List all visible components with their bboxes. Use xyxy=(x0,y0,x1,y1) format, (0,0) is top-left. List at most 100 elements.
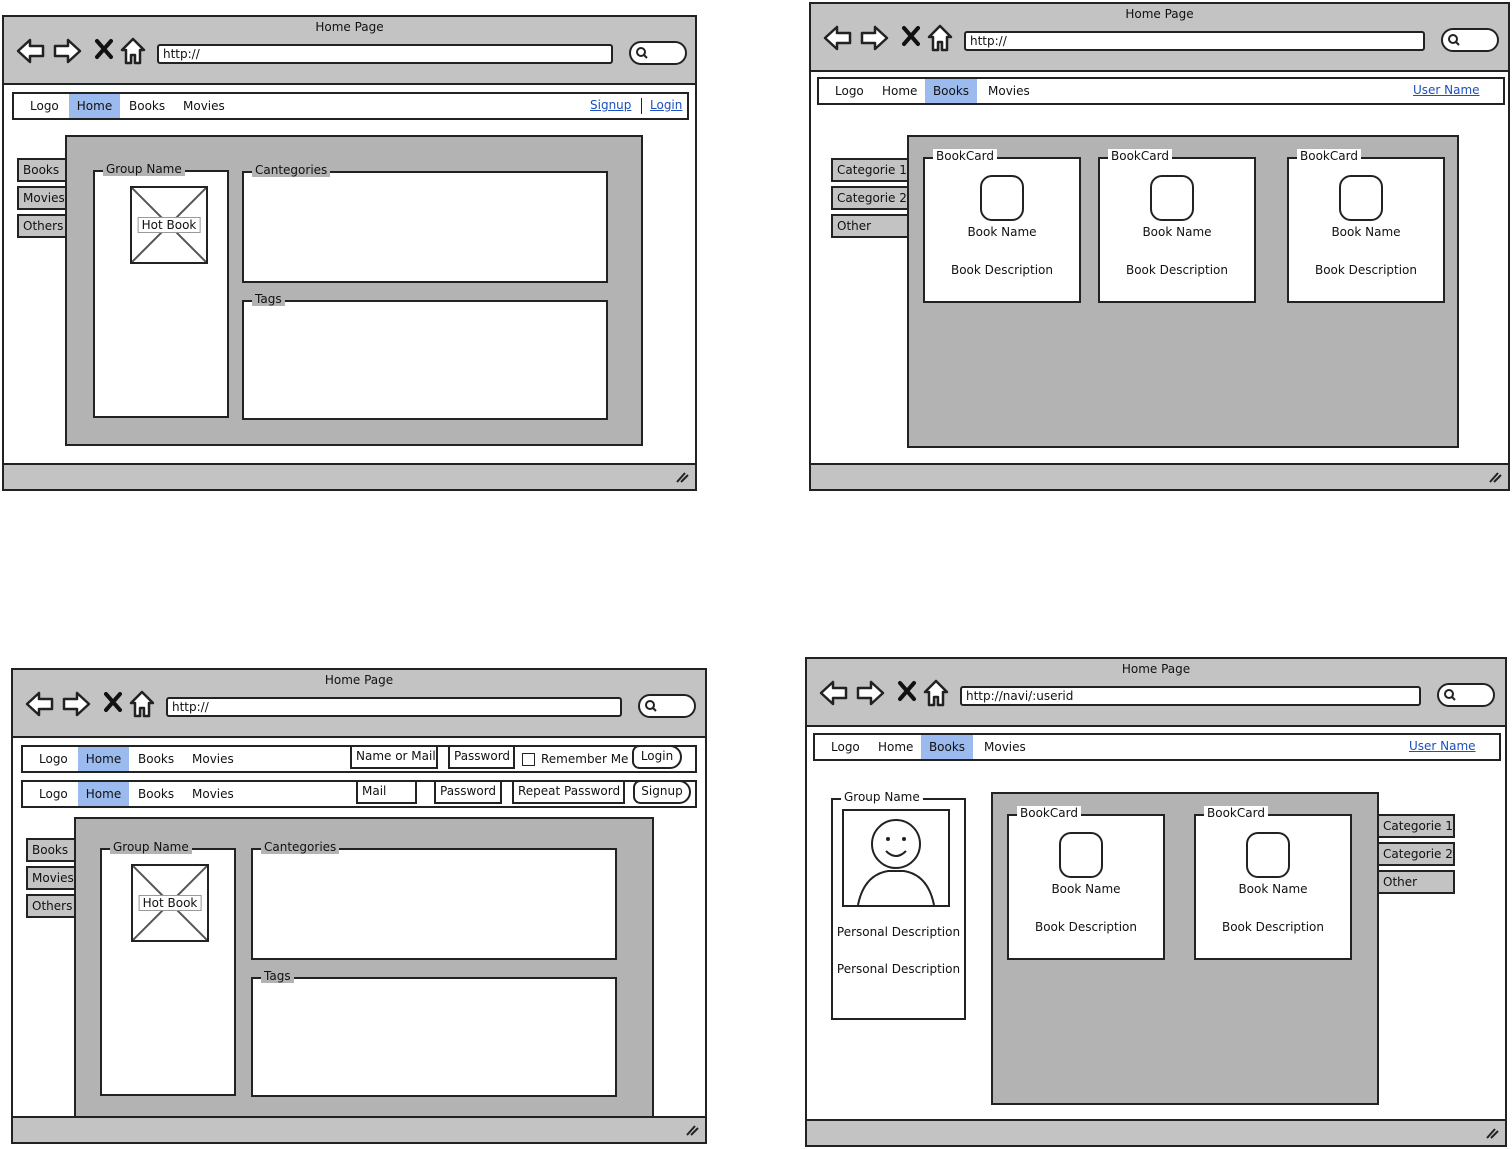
repeat-password-field[interactable]: Repeat Password xyxy=(512,780,625,804)
menu-books[interactable]: Books xyxy=(925,79,977,103)
user-name-link[interactable]: User Name xyxy=(1413,79,1480,101)
side-tab-books[interactable]: Books xyxy=(26,838,76,862)
book-card[interactable]: BookCard Book Name Book Description xyxy=(1007,806,1165,960)
side-tab-categorie-1[interactable]: Categorie 1 xyxy=(1377,814,1455,838)
categories-box: Cantegories xyxy=(251,840,617,960)
side-tab-others[interactable]: Others xyxy=(17,214,67,238)
wireframe-login-signup: Home Page http:// Logo Home Books Movies… xyxy=(11,668,707,1144)
home-icon[interactable] xyxy=(923,679,949,707)
group-box: Group Name Hot Book xyxy=(93,162,229,418)
menu-logo[interactable]: Logo xyxy=(835,79,864,103)
home-icon[interactable] xyxy=(129,690,155,718)
book-name: Book Name xyxy=(1051,882,1121,896)
menu-books[interactable]: Books xyxy=(129,94,165,118)
wireframe-books: Home Page http:// Logo Home Books Movies… xyxy=(809,2,1510,491)
close-x-icon[interactable] xyxy=(103,690,123,714)
book-card-label: BookCard xyxy=(933,149,997,163)
menu-movies[interactable]: Movies xyxy=(192,747,234,771)
book-name: Book Name xyxy=(1142,225,1212,239)
signup-link[interactable]: Signup xyxy=(590,94,631,116)
close-x-icon[interactable] xyxy=(94,37,114,61)
book-image xyxy=(1059,832,1103,878)
menu-home[interactable]: Home xyxy=(78,747,129,771)
book-image xyxy=(1339,175,1383,221)
login-button[interactable]: Login xyxy=(632,745,682,769)
book-card[interactable]: BookCard Book Name Book Description xyxy=(1287,149,1445,303)
remember-me-checkbox[interactable] xyxy=(522,753,535,766)
back-arrow-icon[interactable] xyxy=(16,37,46,65)
menu-movies[interactable]: Movies xyxy=(988,79,1030,103)
menu-logo[interactable]: Logo xyxy=(39,782,68,806)
forward-arrow-icon[interactable] xyxy=(859,24,889,52)
menu-home[interactable]: Home xyxy=(882,79,917,103)
book-card-label: BookCard xyxy=(1297,149,1361,163)
address-bar[interactable]: http:// xyxy=(166,697,622,717)
personal-description: Personal Description xyxy=(836,962,961,976)
menu-home[interactable]: Home xyxy=(69,94,120,118)
book-card-label: BookCard xyxy=(1017,806,1081,820)
forward-arrow-icon[interactable] xyxy=(855,679,885,707)
menu-movies[interactable]: Movies xyxy=(183,94,225,118)
image-label: Hot Book xyxy=(138,895,202,911)
password-field[interactable]: Password xyxy=(434,780,502,804)
mail-field[interactable]: Mail xyxy=(356,780,417,804)
menu-logo[interactable]: Logo xyxy=(30,94,59,118)
address-bar[interactable]: http://navi/:userid xyxy=(960,686,1421,706)
search-field[interactable] xyxy=(638,694,696,718)
search-field[interactable] xyxy=(1441,28,1499,52)
categories-box: Cantegories xyxy=(242,163,608,283)
name-or-mail-field[interactable]: Name or Mail xyxy=(350,745,438,769)
resize-grip-icon[interactable] xyxy=(1488,471,1502,483)
close-x-icon[interactable] xyxy=(897,679,917,703)
tags-box: Tags xyxy=(251,969,617,1097)
book-card[interactable]: BookCard Book Name Book Description xyxy=(923,149,1081,303)
status-bar xyxy=(807,1119,1505,1145)
forward-arrow-icon[interactable] xyxy=(52,37,82,65)
forward-arrow-icon[interactable] xyxy=(61,690,91,718)
book-card[interactable]: BookCard Book Name Book Description xyxy=(1098,149,1256,303)
side-tab-categorie-1[interactable]: Categorie 1 xyxy=(831,158,909,182)
menu-logo[interactable]: Logo xyxy=(831,735,860,759)
book-card[interactable]: BookCard Book Name Book Description xyxy=(1194,806,1352,960)
side-tab-other[interactable]: Other xyxy=(831,214,909,238)
menu-books[interactable]: Books xyxy=(138,747,174,771)
side-tab-movies[interactable]: Movies xyxy=(26,866,76,890)
side-tab-categorie-2[interactable]: Categorie 2 xyxy=(1377,842,1455,866)
password-field[interactable]: Password xyxy=(448,745,515,769)
browser-titlebar: Home Page http:// xyxy=(811,4,1508,72)
side-tab-books[interactable]: Books xyxy=(17,158,67,182)
resize-grip-icon[interactable] xyxy=(685,1124,699,1136)
menu-movies[interactable]: Movies xyxy=(984,735,1026,759)
side-tab-movies[interactable]: Movies xyxy=(17,186,67,210)
menu-movies[interactable]: Movies xyxy=(192,782,234,806)
search-field[interactable] xyxy=(629,41,687,65)
back-arrow-icon[interactable] xyxy=(25,690,55,718)
book-description: Book Description xyxy=(1314,263,1418,277)
resize-grip-icon[interactable] xyxy=(1485,1127,1499,1139)
status-bar xyxy=(4,463,695,489)
book-description: Book Description xyxy=(1034,920,1138,934)
home-icon[interactable] xyxy=(927,24,953,52)
book-name: Book Name xyxy=(967,225,1037,239)
signup-button[interactable]: Signup xyxy=(633,780,691,804)
back-arrow-icon[interactable] xyxy=(823,24,853,52)
login-link[interactable]: Login xyxy=(650,94,682,116)
side-tab-categorie-2[interactable]: Categorie 2 xyxy=(831,186,909,210)
menu-home[interactable]: Home xyxy=(878,735,913,759)
menu-logo[interactable]: Logo xyxy=(39,747,68,771)
menu-books[interactable]: Books xyxy=(138,782,174,806)
close-x-icon[interactable] xyxy=(901,24,921,48)
side-tab-other[interactable]: Other xyxy=(1377,870,1455,894)
resize-grip-icon[interactable] xyxy=(675,471,689,483)
address-bar[interactable]: http:// xyxy=(157,44,613,64)
tags-label: Tags xyxy=(261,969,294,983)
user-name-link[interactable]: User Name xyxy=(1409,735,1476,757)
address-bar[interactable]: http:// xyxy=(964,31,1425,51)
home-icon[interactable] xyxy=(120,37,146,65)
menu-home[interactable]: Home xyxy=(78,782,129,806)
window-title: Home Page xyxy=(1121,662,1191,676)
menu-books[interactable]: Books xyxy=(921,735,973,759)
side-tab-others[interactable]: Others xyxy=(26,894,76,918)
back-arrow-icon[interactable] xyxy=(819,679,849,707)
search-field[interactable] xyxy=(1437,683,1495,707)
